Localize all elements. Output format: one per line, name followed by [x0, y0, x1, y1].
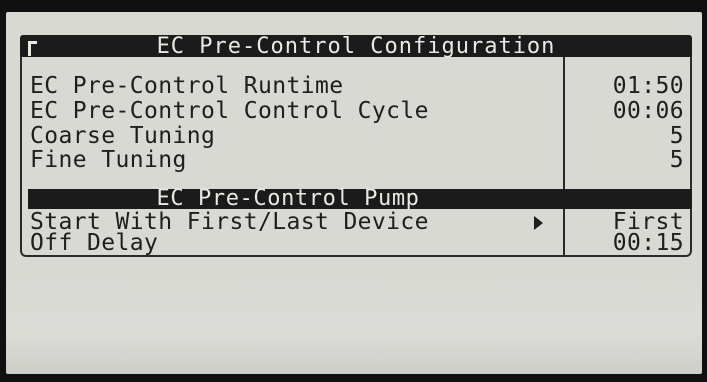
setting-value-runtime[interactable]: 01:50 — [613, 75, 684, 98]
device-bezel: EC Pre-Control Configuration EC Pre-Cont… — [0, 0, 707, 382]
setting-label-off-delay[interactable]: Off Delay — [30, 232, 158, 255]
setting-value-off-delay[interactable]: 00:15 — [613, 232, 684, 255]
setting-label-runtime[interactable]: EC Pre-Control Runtime — [30, 75, 343, 98]
setting-value-coarse-tuning[interactable]: 5 — [670, 125, 684, 148]
setting-label-coarse-tuning[interactable]: Coarse Tuning — [30, 125, 215, 148]
title-bar: EC Pre-Control Configuration — [20, 34, 692, 59]
section-title: EC Pre-Control Pump — [156, 186, 420, 211]
setting-label-fine-tuning[interactable]: Fine Tuning — [30, 149, 187, 172]
setting-value-fine-tuning[interactable]: 5 — [670, 149, 684, 172]
lcd-screen: EC Pre-Control Configuration EC Pre-Cont… — [6, 12, 702, 374]
setting-value-control-cycle[interactable]: 00:06 — [613, 100, 684, 123]
screen-glare — [6, 272, 702, 374]
page-title: EC Pre-Control Configuration — [156, 34, 556, 59]
setting-label-control-cycle[interactable]: EC Pre-Control Control Cycle — [30, 100, 429, 123]
right-arrow-icon[interactable] — [534, 216, 543, 230]
section-header-pump: EC Pre-Control Pump — [28, 186, 692, 211]
value-column-divider — [563, 57, 565, 257]
